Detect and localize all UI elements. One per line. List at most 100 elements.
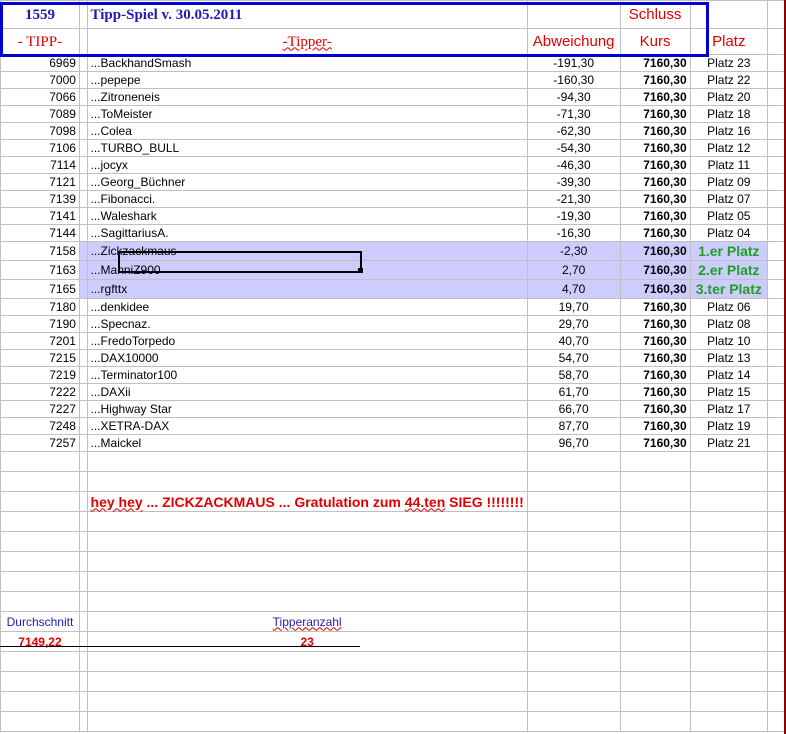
- tipp-value[interactable]: 7144: [0, 224, 80, 242]
- platz-value[interactable]: Platz 04: [689, 224, 769, 242]
- kurs-value[interactable]: 7160,30: [619, 349, 691, 367]
- cell[interactable]: [767, 224, 786, 242]
- cell[interactable]: [619, 531, 691, 552]
- platz-value[interactable]: Platz 15: [689, 383, 769, 401]
- tipper-name[interactable]: ...TURBO_BULL: [86, 139, 528, 157]
- cell[interactable]: [78, 0, 88, 29]
- cell[interactable]: [78, 105, 88, 123]
- cell[interactable]: [767, 54, 786, 72]
- cell[interactable]: [689, 471, 769, 492]
- abweichung-value[interactable]: 58,70: [526, 366, 621, 384]
- kurs-value[interactable]: 7160,30: [619, 139, 691, 157]
- platz-value[interactable]: Platz 05: [689, 207, 769, 225]
- tipper-name[interactable]: ...Zickzackmaus: [86, 241, 528, 261]
- cell[interactable]: [78, 260, 88, 280]
- col-header-abweichung[interactable]: Abweichung: [526, 28, 621, 55]
- abweichung-value[interactable]: 2,70: [526, 260, 621, 280]
- abweichung-value[interactable]: -39,30: [526, 173, 621, 191]
- kurs-value[interactable]: 7160,30: [619, 260, 691, 280]
- cell[interactable]: [767, 0, 786, 29]
- abweichung-value[interactable]: 19,70: [526, 298, 621, 316]
- cell[interactable]: [0, 591, 80, 612]
- abweichung-value[interactable]: -160,30: [526, 71, 621, 89]
- cell[interactable]: [526, 471, 621, 492]
- cell[interactable]: [767, 511, 786, 532]
- cell[interactable]: [78, 417, 88, 435]
- abweichung-value[interactable]: 40,70: [526, 332, 621, 350]
- cell[interactable]: [767, 332, 786, 350]
- tipper-name[interactable]: ...Zitroneneis: [86, 88, 528, 106]
- kurs-value[interactable]: 7160,30: [619, 366, 691, 384]
- col-header-tipp[interactable]: - TIPP-: [0, 28, 80, 55]
- cell[interactable]: [767, 711, 786, 732]
- cell[interactable]: [86, 451, 528, 472]
- kurs-value[interactable]: 7160,30: [619, 417, 691, 435]
- platz-value[interactable]: Platz 17: [689, 400, 769, 418]
- tipper-name[interactable]: ...pepepe: [86, 71, 528, 89]
- cell[interactable]: [86, 511, 528, 532]
- cell[interactable]: [86, 571, 528, 592]
- platz-value[interactable]: Platz 22: [689, 71, 769, 89]
- cell[interactable]: [78, 315, 88, 333]
- game-id[interactable]: 1559: [0, 0, 80, 29]
- platz-value[interactable]: Platz 21: [689, 434, 769, 452]
- cell[interactable]: [78, 531, 88, 552]
- cell[interactable]: [78, 241, 88, 261]
- cell[interactable]: [78, 298, 88, 316]
- durchschnitt-value[interactable]: 7149,22: [0, 631, 80, 652]
- cell[interactable]: [0, 471, 80, 492]
- kurs-value[interactable]: 7160,30: [619, 88, 691, 106]
- cell[interactable]: [78, 122, 88, 140]
- col-header-tipper[interactable]: -Tipper-: [283, 34, 332, 50]
- cell[interactable]: [526, 671, 621, 692]
- cell[interactable]: [86, 551, 528, 572]
- cell[interactable]: [78, 611, 88, 632]
- congrats-message[interactable]: hey hey ... ZICKZACKMAUS ... Gratulation…: [86, 491, 528, 512]
- cell[interactable]: [619, 551, 691, 572]
- tipp-value[interactable]: 7201: [0, 332, 80, 350]
- kurs-value[interactable]: 7160,30: [619, 173, 691, 191]
- tipper-name[interactable]: ...Highway Star: [86, 400, 528, 418]
- cell[interactable]: [689, 631, 769, 652]
- cell[interactable]: [78, 434, 88, 452]
- platz-value[interactable]: Platz 19: [689, 417, 769, 435]
- abweichung-value[interactable]: 54,70: [526, 349, 621, 367]
- cell[interactable]: [767, 417, 786, 435]
- platz-value[interactable]: Platz 12: [689, 139, 769, 157]
- tipp-value[interactable]: 7190: [0, 315, 80, 333]
- tipp-value[interactable]: 7248: [0, 417, 80, 435]
- cell[interactable]: [767, 279, 786, 299]
- cell[interactable]: [78, 366, 88, 384]
- cell[interactable]: [767, 139, 786, 157]
- cell[interactable]: [0, 551, 80, 572]
- col-header-platz[interactable]: Platz: [689, 28, 769, 55]
- cell[interactable]: [619, 591, 691, 612]
- cell[interactable]: [526, 0, 621, 29]
- cell[interactable]: [767, 434, 786, 452]
- tipp-value[interactable]: 7219: [0, 366, 80, 384]
- platz-value[interactable]: Platz 10: [689, 332, 769, 350]
- cell[interactable]: [619, 471, 691, 492]
- cell[interactable]: [78, 349, 88, 367]
- tipper-name[interactable]: ...Colea: [86, 122, 528, 140]
- platz-value[interactable]: Platz 23: [689, 54, 769, 72]
- tipperanzahl-label-cell[interactable]: Tipperanzahl: [86, 611, 528, 632]
- cell[interactable]: [78, 651, 88, 672]
- tipp-value[interactable]: 7227: [0, 400, 80, 418]
- cell[interactable]: [767, 156, 786, 174]
- platz-value[interactable]: Platz 07: [689, 190, 769, 208]
- platz-value[interactable]: Platz 06: [689, 298, 769, 316]
- platz-value[interactable]: 2.er Platz: [689, 260, 769, 280]
- cell[interactable]: [78, 400, 88, 418]
- kurs-value[interactable]: 7160,30: [619, 434, 691, 452]
- cell[interactable]: [767, 349, 786, 367]
- cell[interactable]: [767, 71, 786, 89]
- kurs-value[interactable]: 7160,30: [619, 122, 691, 140]
- cell[interactable]: [689, 451, 769, 472]
- cell[interactable]: [78, 383, 88, 401]
- platz-value[interactable]: Platz 20: [689, 88, 769, 106]
- cell[interactable]: [689, 691, 769, 712]
- cell[interactable]: [767, 631, 786, 652]
- platz-value[interactable]: Platz 13: [689, 349, 769, 367]
- cell[interactable]: [78, 54, 88, 72]
